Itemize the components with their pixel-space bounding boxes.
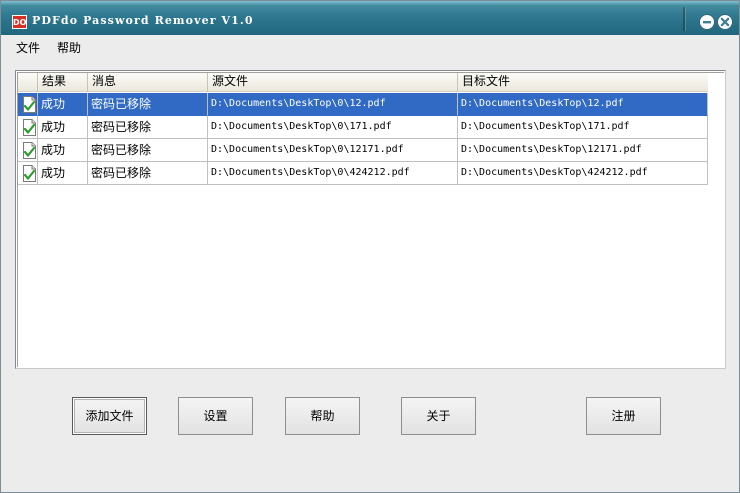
column-header-result[interactable]: 结果: [38, 73, 88, 91]
column-header-message[interactable]: 消息: [88, 73, 208, 91]
row-source-path: D:\Documents\DeskTop\0\171.pdf: [208, 116, 458, 139]
row-source-path: D:\Documents\DeskTop\0\12.pdf: [208, 93, 458, 116]
column-header-icon[interactable]: [18, 73, 38, 91]
row-target-path: D:\Documents\DeskTop\12171.pdf: [458, 139, 708, 162]
minimize-button[interactable]: [699, 14, 715, 30]
close-button[interactable]: [717, 14, 733, 30]
pdf-success-icon: [22, 165, 37, 182]
pdfdo-logo-icon: DO: [12, 15, 27, 29]
row-message: 密码已移除: [88, 139, 208, 162]
row-source-path: D:\Documents\DeskTop\0\12171.pdf: [208, 139, 458, 162]
close-icon: [717, 14, 733, 30]
register-button[interactable]: 注册: [586, 397, 661, 435]
menu-file[interactable]: 文件: [16, 39, 40, 56]
row-result: 成功: [38, 139, 88, 162]
list-row[interactable]: 成功 密码已移除 D:\Documents\DeskTop\0\171.pdf D:\…: [18, 116, 708, 139]
row-target-path: D:\Documents\DeskTop\424212.pdf: [458, 162, 708, 185]
row-target-path: D:\Documents\DeskTop\12.pdf: [458, 93, 708, 116]
list-row[interactable]: 成功 密码已移除 D:\Documents\DeskTop\0\12171.pdf D…: [18, 139, 708, 162]
pdf-success-icon: [22, 119, 37, 136]
list-header: 结果 消息 源文件 目标文件: [18, 73, 708, 92]
row-message: 密码已移除: [88, 93, 208, 116]
minimize-icon: [699, 14, 715, 30]
list-row[interactable]: 成功 密码已移除 D:\Documents\DeskTop\0\424212.pdf…: [18, 162, 708, 185]
column-header-source[interactable]: 源文件: [208, 73, 458, 91]
window-title: PDFdo Password Remover V1.0: [32, 14, 254, 27]
list-row[interactable]: 成功 密码已移除 D:\Documents\DeskTop\0\12.pdf D:\D…: [18, 93, 708, 116]
file-list-view[interactable]: 结果 消息 源文件 目标文件 成功 密码已移除 D:\Documents\DeskT…: [15, 70, 726, 369]
about-button[interactable]: 关于: [401, 397, 476, 435]
help-button[interactable]: 帮助: [285, 397, 360, 435]
title-bar-highlight: [1, 1, 739, 5]
row-icon-cell: [18, 162, 38, 185]
row-icon-cell: [18, 116, 38, 139]
row-result: 成功: [38, 116, 88, 139]
menu-bar: 文件 帮助: [1, 35, 739, 57]
pdf-success-icon: [22, 142, 37, 159]
title-separator: [683, 7, 686, 31]
app-window: DO PDFdo Password Remover V1.0 文件 帮助 结果 …: [0, 0, 740, 493]
pdf-success-icon: [22, 96, 37, 113]
row-result: 成功: [38, 162, 88, 185]
menu-help[interactable]: 帮助: [57, 39, 81, 56]
row-icon-cell: [18, 93, 38, 116]
add-file-button[interactable]: 添加文件: [72, 397, 147, 435]
row-message: 密码已移除: [88, 116, 208, 139]
row-target-path: D:\Documents\DeskTop\171.pdf: [458, 116, 708, 139]
row-result: 成功: [38, 93, 88, 116]
row-icon-cell: [18, 139, 38, 162]
column-header-target[interactable]: 目标文件: [458, 73, 708, 91]
row-message: 密码已移除: [88, 162, 208, 185]
row-source-path: D:\Documents\DeskTop\0\424212.pdf: [208, 162, 458, 185]
title-bar[interactable]: DO PDFdo Password Remover V1.0: [1, 1, 739, 35]
settings-button[interactable]: 设置: [178, 397, 253, 435]
